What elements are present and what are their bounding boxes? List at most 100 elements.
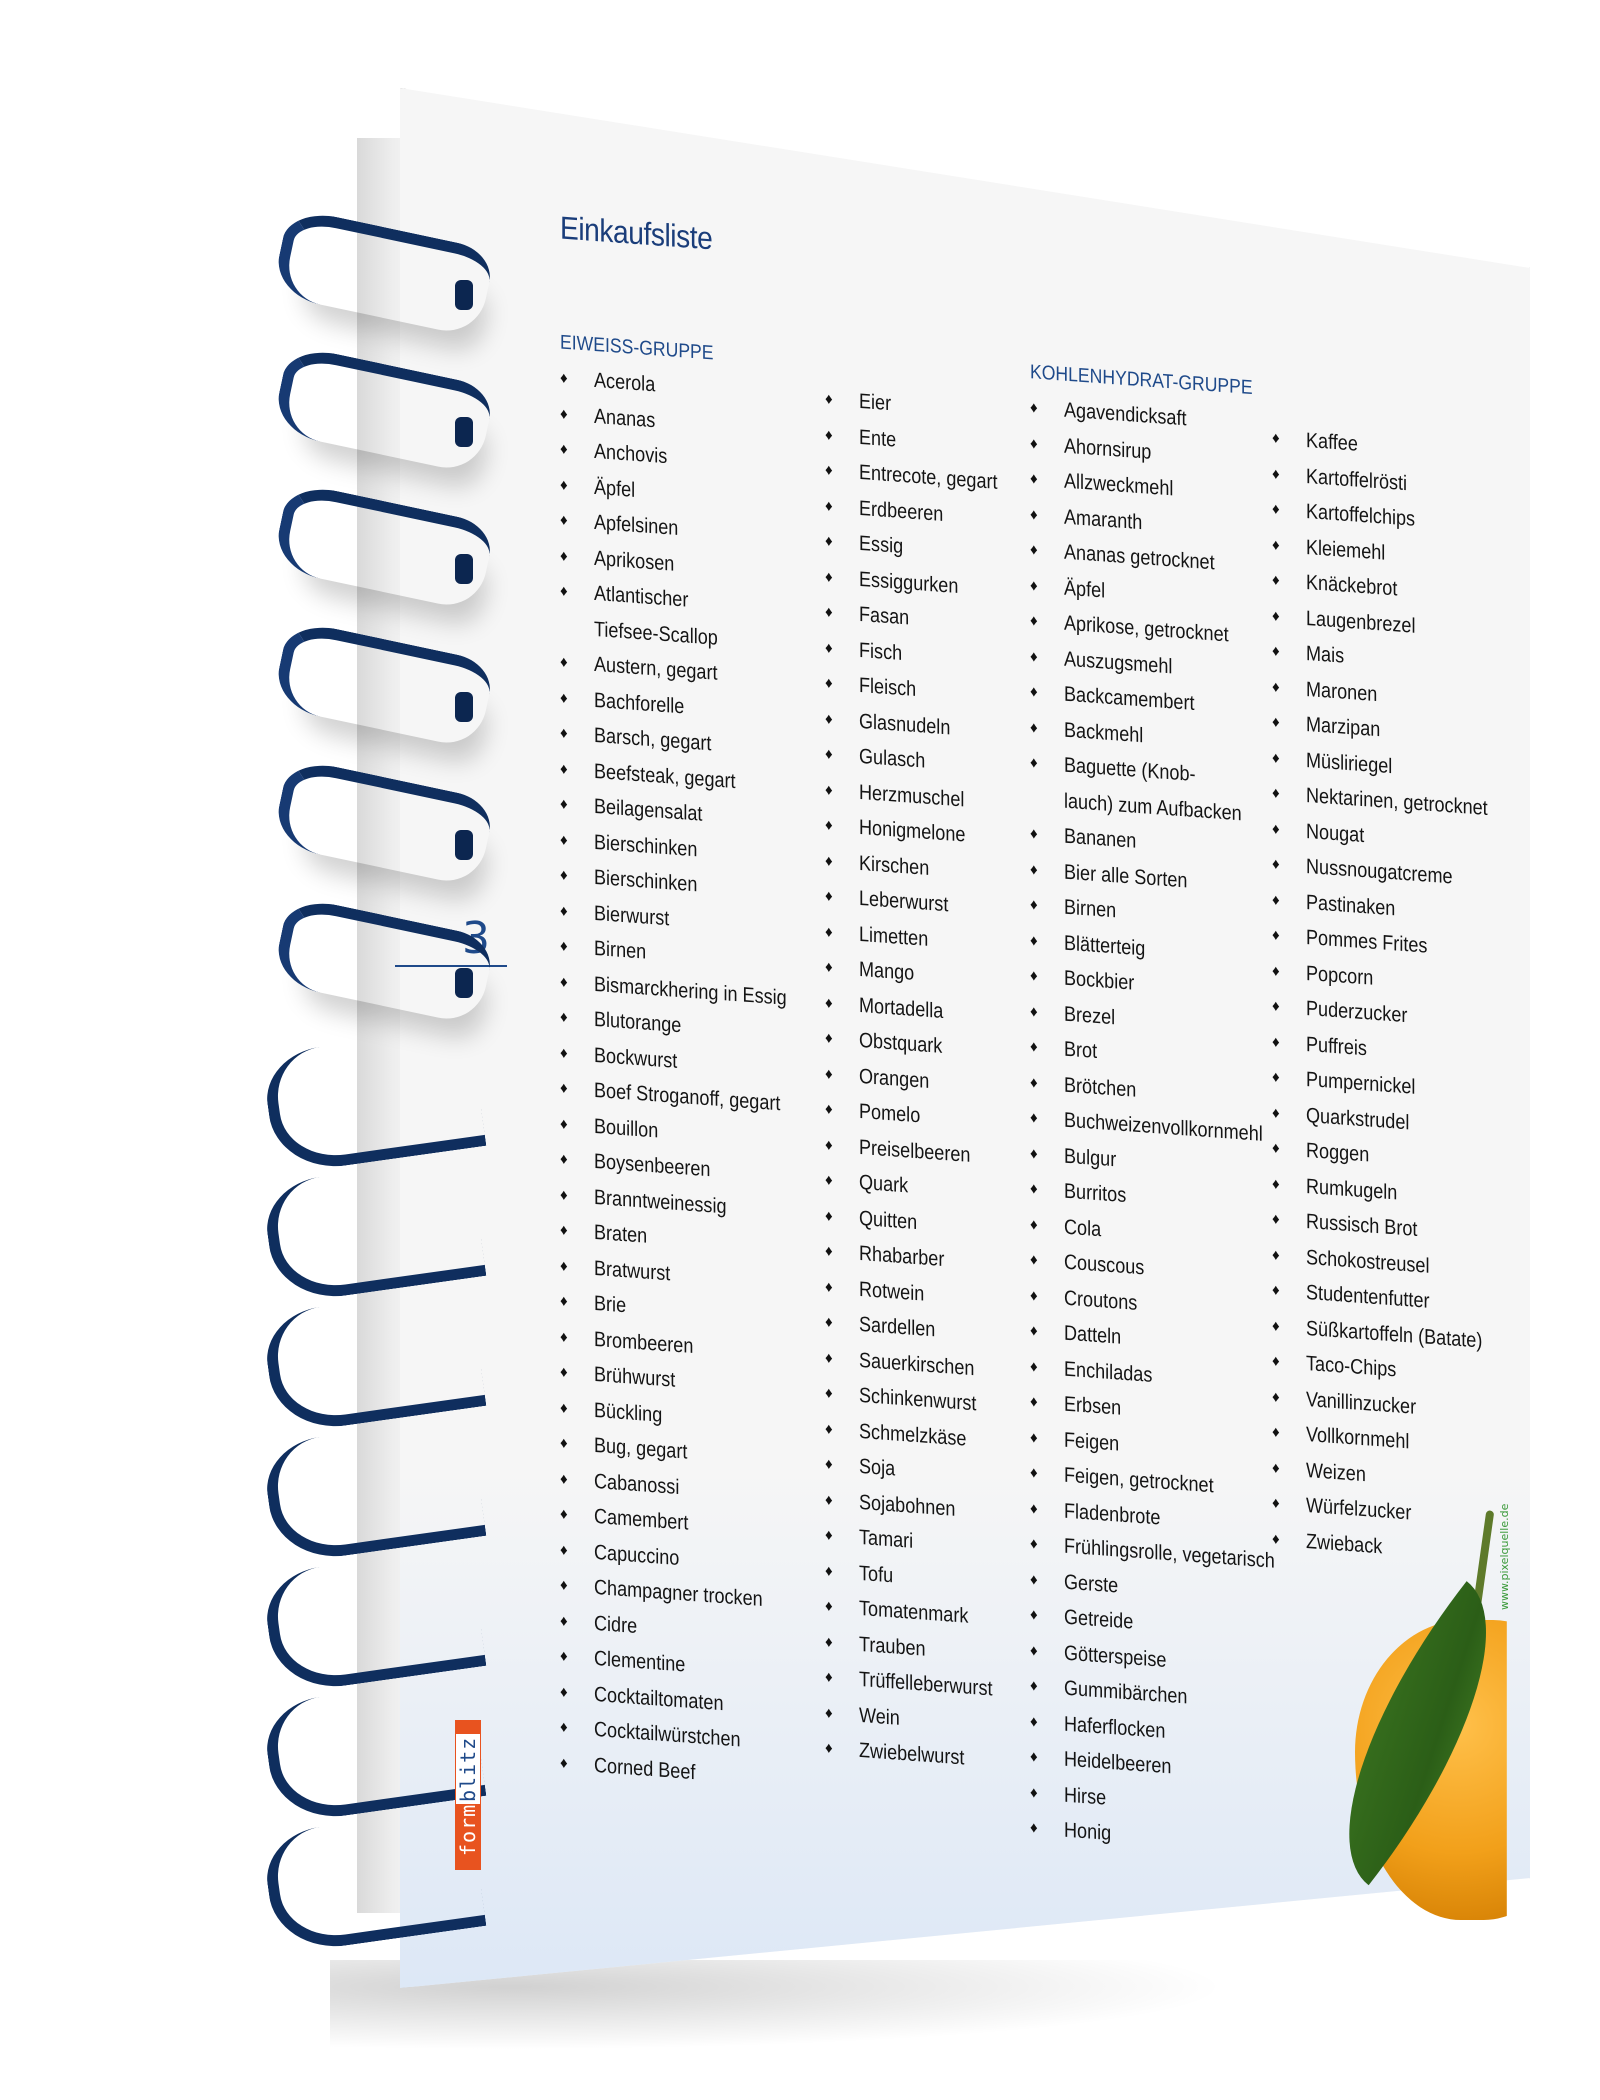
bullet-diamond-icon: ♦ — [560, 795, 568, 814]
list-item-text: Ananas — [594, 404, 656, 432]
bullet-diamond-icon: ♦ — [1030, 612, 1038, 630]
bullet-diamond-icon: ♦ — [825, 1455, 833, 1474]
bullet-diamond-icon: ♦ — [1030, 967, 1038, 985]
list-item-text: Mango — [859, 957, 915, 985]
bullet-diamond-icon: ♦ — [560, 1008, 568, 1027]
bullet-diamond-icon: ♦ — [560, 830, 568, 849]
brand-logo-part1: form — [456, 1803, 480, 1856]
bullet-diamond-icon: ♦ — [1030, 1712, 1038, 1731]
bullet-diamond-icon: ♦ — [1030, 1748, 1038, 1766]
bullet-diamond-icon: ♦ — [1272, 1175, 1280, 1193]
bullet-diamond-icon: ♦ — [560, 1434, 568, 1453]
bullet-diamond-icon: ♦ — [825, 532, 833, 551]
list-item-text: Soja — [859, 1454, 896, 1481]
list-item-text: Backmehl — [1064, 718, 1144, 747]
bullet-diamond-icon: ♦ — [1272, 962, 1280, 980]
list-item-text: Brühwurst — [594, 1362, 676, 1392]
column-eiweiss-1: EIWEISS-GRUPPE ♦ Acerola ♦ Ananas ♦ Anchovis ♦… — [560, 331, 818, 1799]
list-item-text: Popcorn — [1306, 961, 1374, 990]
list-item-text: Äpfel — [594, 475, 636, 502]
list-item-text: Bananen — [1064, 824, 1137, 853]
bullet-diamond-icon: ♦ — [1030, 1038, 1038, 1056]
bullet-diamond-icon: ♦ — [1030, 1393, 1038, 1411]
bullet-diamond-icon: ♦ — [1030, 576, 1038, 595]
brand-logo: form blitz — [455, 1720, 481, 1870]
bullet-diamond-icon: ♦ — [1030, 1251, 1038, 1269]
bullet-diamond-icon: ♦ — [1030, 860, 1038, 879]
bullet-diamond-icon: ♦ — [1030, 1783, 1038, 1802]
list-item-text: Maronen — [1306, 677, 1378, 706]
bullet-diamond-icon: ♦ — [1030, 1819, 1038, 1837]
list-item-text: Erdbeeren — [859, 496, 944, 526]
list-item-text: Fasan — [859, 602, 910, 630]
spiral-coil-end — [455, 968, 473, 998]
bullet-diamond-icon: ♦ — [1030, 434, 1038, 453]
list-item-text: Bierwurst — [594, 901, 670, 930]
bullet-diamond-icon: ♦ — [1272, 784, 1280, 803]
bullet-diamond-icon: ♦ — [1030, 1499, 1038, 1518]
bullet-diamond-icon: ♦ — [1272, 1210, 1280, 1229]
bullet-diamond-icon: ♦ — [1272, 536, 1280, 554]
list-item-text: Tamari — [859, 1525, 914, 1553]
bullet-diamond-icon: ♦ — [1272, 1068, 1280, 1087]
column-eiweiss-2: ♦ Eier ♦ Ente ♦ Entrecote, gegart ♦ Erdbeeren ♦ E… — [825, 346, 1020, 1779]
bullet-diamond-icon: ♦ — [825, 887, 833, 906]
bullet-diamond-icon: ♦ — [1030, 1180, 1038, 1198]
bullet-diamond-icon: ♦ — [560, 582, 568, 601]
bullet-diamond-icon: ♦ — [825, 1100, 833, 1119]
column-kohlenhydrat-1: KOHLENHYDRAT-GRUPPE ♦ Agavendicksaft ♦ Ahor… — [1030, 361, 1309, 1866]
bullet-diamond-icon: ♦ — [825, 1703, 833, 1722]
bullet-diamond-icon: ♦ — [1272, 820, 1280, 838]
list-item-text: Brötchen — [1064, 1073, 1137, 1102]
list-item-text: Wein — [859, 1703, 900, 1730]
list-item-text: Bouillon — [594, 1114, 659, 1143]
bullet-diamond-icon: ♦ — [825, 1419, 833, 1438]
list-item-text: Gulasch — [859, 744, 926, 773]
list-item-text: Honig — [1064, 1818, 1112, 1845]
bullet-diamond-icon: ♦ — [1272, 500, 1280, 519]
bullet-diamond-icon: ♦ — [560, 1540, 568, 1559]
bullet-diamond-icon: ♦ — [560, 1647, 568, 1666]
bullet-diamond-icon: ♦ — [1272, 607, 1280, 625]
bullet-diamond-icon: ♦ — [1030, 1215, 1038, 1234]
bullet-diamond-icon: ♦ — [560, 759, 568, 778]
bullet-diamond-icon: ♦ — [825, 1064, 833, 1083]
list-item-text: Quark — [859, 1170, 909, 1198]
bullet-diamond-icon: ♦ — [1030, 683, 1038, 701]
bullet-diamond-icon: ♦ — [560, 724, 568, 743]
list-item-text: Hirse — [1064, 1783, 1107, 1810]
image-credit: www.pixelquelle.de — [1498, 1503, 1511, 1610]
list-item-text: Cabanossi — [594, 1469, 680, 1499]
bullet-diamond-icon: ♦ — [1030, 1144, 1038, 1163]
bullet-diamond-icon: ♦ — [560, 688, 568, 707]
list-item-text: Kirschen — [859, 851, 930, 880]
bullet-diamond-icon: ♦ — [1272, 1139, 1280, 1158]
bullet-diamond-icon: ♦ — [560, 1043, 568, 1062]
bullet-diamond-icon: ♦ — [1030, 1677, 1038, 1695]
bullet-diamond-icon: ♦ — [825, 922, 833, 941]
bullet-diamond-icon: ♦ — [825, 851, 833, 870]
spiral-coil-end — [455, 280, 473, 310]
bullet-diamond-icon: ♦ — [1030, 896, 1038, 914]
bullet-diamond-icon: ♦ — [560, 440, 568, 459]
list-item-text: Cidre — [594, 1611, 638, 1638]
bullet-diamond-icon: ♦ — [1272, 1352, 1280, 1371]
list-item-text: Roggen — [1306, 1138, 1370, 1167]
bullet-diamond-icon: ♦ — [825, 745, 833, 764]
bullet-diamond-icon: ♦ — [825, 1668, 833, 1687]
bullet-diamond-icon: ♦ — [1272, 749, 1280, 767]
list-item-text: Erbsen — [1064, 1392, 1122, 1420]
bullet-diamond-icon: ♦ — [560, 1753, 568, 1772]
item-list: ♦ Eier ♦ Ente ♦ Entrecote, gegart ♦ Erdbeeren ♦ E… — [825, 381, 1020, 1779]
bullet-diamond-icon: ♦ — [560, 1611, 568, 1630]
bullet-diamond-icon: ♦ — [1030, 1073, 1038, 1092]
bullet-diamond-icon: ♦ — [560, 1114, 568, 1133]
spiral-coil-end — [455, 692, 473, 722]
bullet-diamond-icon: ♦ — [1030, 1286, 1038, 1305]
bullet-diamond-icon: ♦ — [1272, 1388, 1280, 1406]
bullet-diamond-icon: ♦ — [1272, 1494, 1280, 1513]
list-item-text: Ente — [859, 425, 897, 452]
bullet-diamond-icon: ♦ — [825, 1029, 833, 1048]
bullet-diamond-icon: ♦ — [1272, 891, 1280, 909]
list-item-text: Zwiebelwurst — [859, 1738, 965, 1770]
